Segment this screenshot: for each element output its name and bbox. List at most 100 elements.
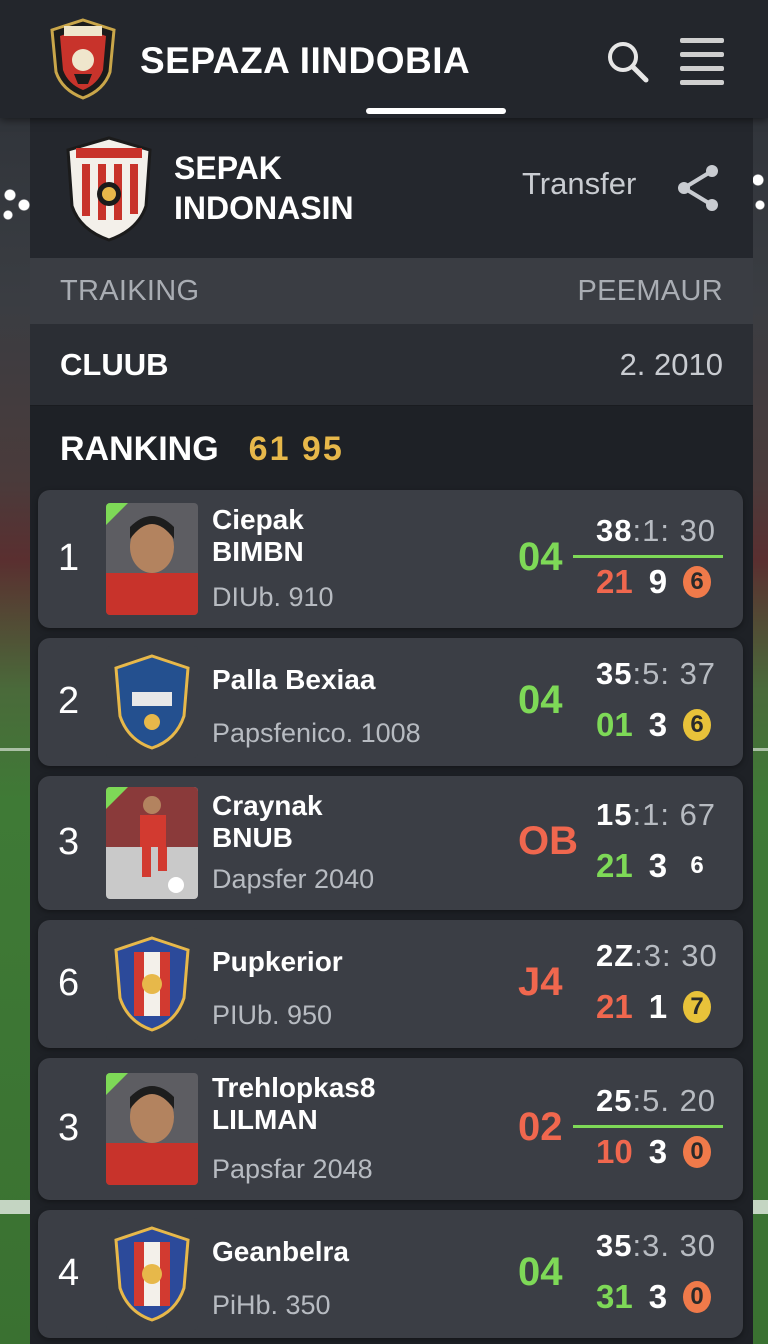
player-name: Pupkerior <box>212 946 343 977</box>
stat-badge: 7 <box>683 991 712 1023</box>
rank-number: 2 <box>58 680 80 722</box>
time-secondary: :5: 37 <box>632 656 717 691</box>
time-primary: 35 <box>596 656 633 691</box>
divider-line <box>573 1125 723 1128</box>
time-secondary: :1: 30 <box>632 513 717 548</box>
player-name: Ciepak BIMBN <box>212 504 304 567</box>
player-name: Trehlopkas8 LILMAN <box>212 1072 376 1135</box>
match-score: OB <box>518 819 578 863</box>
app-title: SEPAZA IINDOBIA <box>140 40 471 81</box>
club-filter-value: 2. 2010 <box>619 346 723 382</box>
ranking-header: RANKING 61 95 <box>30 406 753 492</box>
club-name: SEPAK INDONASIN <box>174 150 354 226</box>
ranking-row[interactable]: 1 Ciepak BIMBN DIUb. 910 04 38:1: 30 21 … <box>38 490 743 628</box>
player-sub: PiHb. 350 <box>212 1290 331 1320</box>
player-name: Geanbelra <box>212 1236 349 1267</box>
stat-badge: 6 <box>683 709 712 741</box>
share-icon[interactable] <box>674 162 722 214</box>
match-score: J4 <box>518 960 563 1004</box>
ranking-row[interactable]: 6 Pupkerior PIUb. 950 J4 2Z:3: 30 21 1 7 <box>38 920 743 1048</box>
stat-secondary: 9 <box>648 563 668 600</box>
stat-secondary: 3 <box>648 1278 668 1315</box>
time-secondary: :3: 30 <box>634 938 718 973</box>
match-time: 2Z:3: 30 <box>596 938 718 974</box>
time-primary: 15 <box>596 797 633 832</box>
player-sub: Dapsfer 2040 <box>212 864 375 894</box>
divider-line <box>573 555 723 558</box>
tab-premier[interactable]: PEEMAUR <box>577 275 723 308</box>
club-crest-icon <box>106 646 198 758</box>
stat-primary: 21 <box>596 847 633 884</box>
ranking-row[interactable]: 3 Craynak BNUB Dapsfer 2040 OB 15:1: 67 … <box>38 776 743 910</box>
ranking-row[interactable]: 3 Trehlopkas8 LILMAN Papsfar 2048 02 25:… <box>38 1058 743 1200</box>
stats-group: 31 3 0 <box>596 1278 712 1316</box>
club-crest-icon <box>66 136 152 242</box>
rank-number: 4 <box>58 1252 80 1294</box>
match-score: 02 <box>518 1105 563 1149</box>
player-photo <box>106 1073 198 1185</box>
stat-badge: 6 <box>683 566 712 598</box>
rank-number: 6 <box>58 962 80 1004</box>
club-header: SEPAK INDONASIN Transfer <box>30 118 753 258</box>
player-name: Palla Bexiaa <box>212 664 376 695</box>
match-time: 35:3. 30 <box>596 1228 716 1264</box>
stat-secondary: 3 <box>648 1133 668 1170</box>
time-primary: 38 <box>596 513 633 548</box>
player-photo <box>106 787 198 899</box>
match-score: 04 <box>518 678 563 722</box>
club-filter-label: CLUUB <box>60 346 169 382</box>
stats-group: 21 1 7 <box>596 988 712 1026</box>
stat-secondary: 3 <box>648 706 668 743</box>
rank-number: 1 <box>58 537 80 579</box>
stat-primary: 31 <box>596 1278 633 1315</box>
rank-number: 3 <box>58 1107 80 1149</box>
match-score: 04 <box>518 1250 563 1294</box>
time-primary: 2Z <box>596 938 635 973</box>
time-secondary: :1: 67 <box>632 797 717 832</box>
search-icon[interactable] <box>604 38 650 84</box>
match-time: 25:5. 20 <box>596 1083 716 1119</box>
club-crest-icon[interactable] <box>48 18 118 100</box>
rank-number: 3 <box>58 821 80 863</box>
stat-primary: 01 <box>596 706 633 743</box>
tab-training[interactable]: TRAIKING <box>60 275 199 308</box>
player-name: Craynak BNUB <box>212 790 323 853</box>
stat-secondary: 1 <box>648 988 668 1025</box>
match-time: 38:1: 30 <box>596 513 716 549</box>
stat-primary: 21 <box>596 563 633 600</box>
tab-bar: TRAIKING PEEMAUR <box>30 258 753 324</box>
time-secondary: :5. 20 <box>632 1083 717 1118</box>
player-sub: DIUb. 910 <box>212 582 334 612</box>
stat-badge: 6 <box>690 852 704 879</box>
ranking-label: RANKING <box>60 429 219 468</box>
player-photo <box>106 503 198 615</box>
player-sub: Papsfenico. 1008 <box>212 718 421 748</box>
app-bar: SEPAZA IINDOBIA <box>0 0 768 118</box>
club-filter-row[interactable]: CLUUB 2. 2010 <box>30 324 753 406</box>
club-crest-icon <box>106 928 198 1040</box>
hamburger-menu-icon[interactable] <box>678 34 726 88</box>
match-score: 04 <box>518 535 563 579</box>
ranking-row[interactable]: 4 Geanbelra PiHb. 350 04 35:3. 30 31 3 0 <box>38 1210 743 1338</box>
active-tab-indicator <box>366 108 506 114</box>
match-time: 35:5: 37 <box>596 656 716 692</box>
club-crest-icon <box>106 1218 198 1330</box>
stats-group: 21 3 6 <box>596 847 711 885</box>
stat-primary: 10 <box>596 1133 633 1170</box>
stats-group: 21 9 6 <box>596 563 712 601</box>
time-secondary: :3. 30 <box>632 1228 717 1263</box>
ranking-row[interactable]: 2 Palla Bexiaa Papsfenico. 1008 04 35:5:… <box>38 638 743 766</box>
time-primary: 25 <box>596 1083 633 1118</box>
stats-group: 10 3 0 <box>596 1133 712 1171</box>
stat-secondary: 3 <box>648 847 668 884</box>
ranking-value: 61 95 <box>248 429 344 468</box>
stats-group: 01 3 6 <box>596 706 712 744</box>
player-sub: Papsfar 2048 <box>212 1154 373 1184</box>
time-primary: 35 <box>596 1228 633 1263</box>
stat-primary: 21 <box>596 988 633 1025</box>
stat-badge: 0 <box>683 1136 712 1168</box>
player-sub: PIUb. 950 <box>212 1000 333 1030</box>
stat-badge: 0 <box>683 1281 712 1313</box>
match-time: 15:1: 67 <box>596 797 716 833</box>
transfer-button[interactable]: Transfer <box>522 166 636 202</box>
